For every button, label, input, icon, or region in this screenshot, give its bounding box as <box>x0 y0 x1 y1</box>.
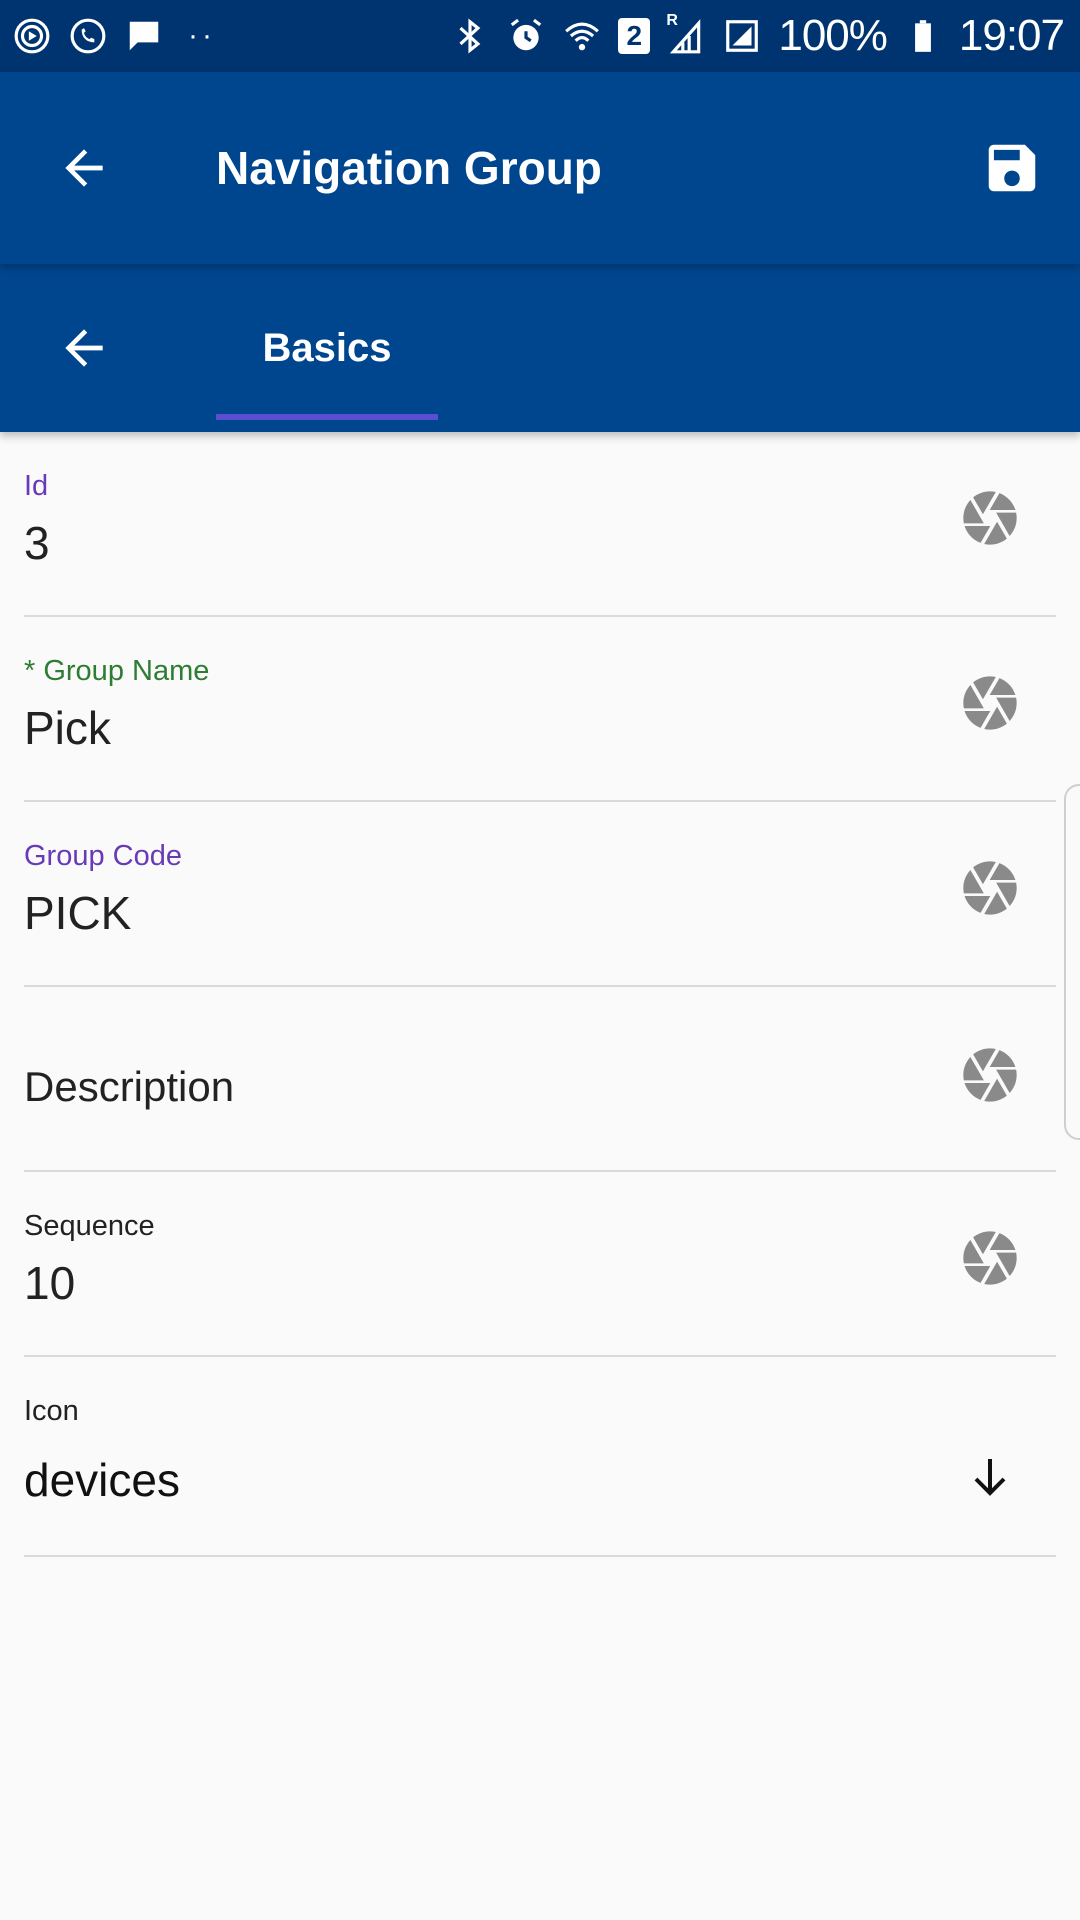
field-id-label: Id <box>24 470 49 502</box>
back-button[interactable] <box>28 112 140 224</box>
field-id[interactable]: Id 3 <box>24 432 1056 617</box>
field-icon-dropdown-button[interactable] <box>958 1445 1022 1509</box>
arrow-back-icon <box>65 329 103 367</box>
field-group-name[interactable]: * Group Name Pick <box>24 617 1056 802</box>
bluetooth-icon <box>450 16 490 56</box>
media-play-icon <box>12 16 52 56</box>
signal-strength-icon <box>722 16 762 56</box>
field-group-code-value[interactable]: PICK <box>24 886 131 940</box>
roaming-label: R <box>666 12 678 29</box>
status-bar: ·· 2 R 100% 19:07 <box>0 0 1080 72</box>
field-group-code[interactable]: Group Code PICK <box>24 802 1056 987</box>
page-title: Navigation Group <box>216 142 602 194</box>
more-notifications-icon: ·· <box>188 19 216 52</box>
field-group-code-aperture-button[interactable] <box>958 856 1022 920</box>
field-id-value[interactable]: 3 <box>24 516 50 570</box>
alarm-icon <box>506 16 546 56</box>
arrow-down-icon <box>974 1459 1006 1496</box>
field-icon[interactable]: Icon devices <box>24 1357 1056 1557</box>
aperture-icon <box>963 1048 1017 1102</box>
form: Id 3 * Group Name Pick Group Code PICK D… <box>0 432 1080 1557</box>
aperture-icon <box>963 676 1017 730</box>
status-bar-right: 2 R 100% 19:07 <box>450 11 1065 61</box>
arrow-back-icon <box>65 149 103 187</box>
tab-basics-label: Basics <box>262 325 392 370</box>
field-id-aperture-button[interactable] <box>958 486 1022 550</box>
sim-badge-number: 2 <box>626 20 643 51</box>
field-group-code-label: Group Code <box>24 840 182 872</box>
wifi-icon <box>562 16 602 56</box>
battery-icon <box>903 16 943 56</box>
save-button[interactable] <box>956 112 1068 224</box>
field-sequence-value[interactable]: 10 <box>24 1256 75 1310</box>
field-icon-label: Icon <box>24 1395 79 1427</box>
status-bar-left: ·· <box>12 16 216 56</box>
app-bar: Navigation Group <box>0 72 1080 264</box>
tab-active-indicator <box>216 414 438 420</box>
floppy-save-icon <box>988 144 1036 192</box>
battery-percentage: 100% <box>778 11 888 60</box>
field-sequence-label: Sequence <box>24 1210 155 1242</box>
field-description-label[interactable]: Description <box>24 1063 234 1111</box>
signal-roaming-icon: R <box>666 12 706 56</box>
tab-back-button[interactable] <box>28 292 140 404</box>
field-group-name-value[interactable]: Pick <box>24 701 111 755</box>
tab-bar: Basics <box>0 264 1080 432</box>
field-sequence[interactable]: Sequence 10 <box>24 1172 1056 1357</box>
field-description-aperture-button[interactable] <box>958 1043 1022 1107</box>
aperture-icon <box>963 491 1017 545</box>
sim-badge: 2 <box>618 18 651 54</box>
clock: 19:07 <box>958 11 1065 60</box>
field-description[interactable]: Description <box>24 987 1056 1172</box>
message-icon <box>124 16 164 56</box>
aperture-icon <box>963 861 1017 915</box>
tab-basics[interactable]: Basics <box>216 264 438 432</box>
edge-panel-handle[interactable] <box>1064 784 1080 1140</box>
field-group-name-aperture-button[interactable] <box>958 671 1022 735</box>
field-group-name-label: * Group Name <box>24 655 210 687</box>
field-icon-value[interactable]: devices <box>24 1453 180 1507</box>
field-sequence-aperture-button[interactable] <box>958 1226 1022 1290</box>
aperture-icon <box>963 1231 1017 1285</box>
whatsapp-icon <box>68 16 108 56</box>
